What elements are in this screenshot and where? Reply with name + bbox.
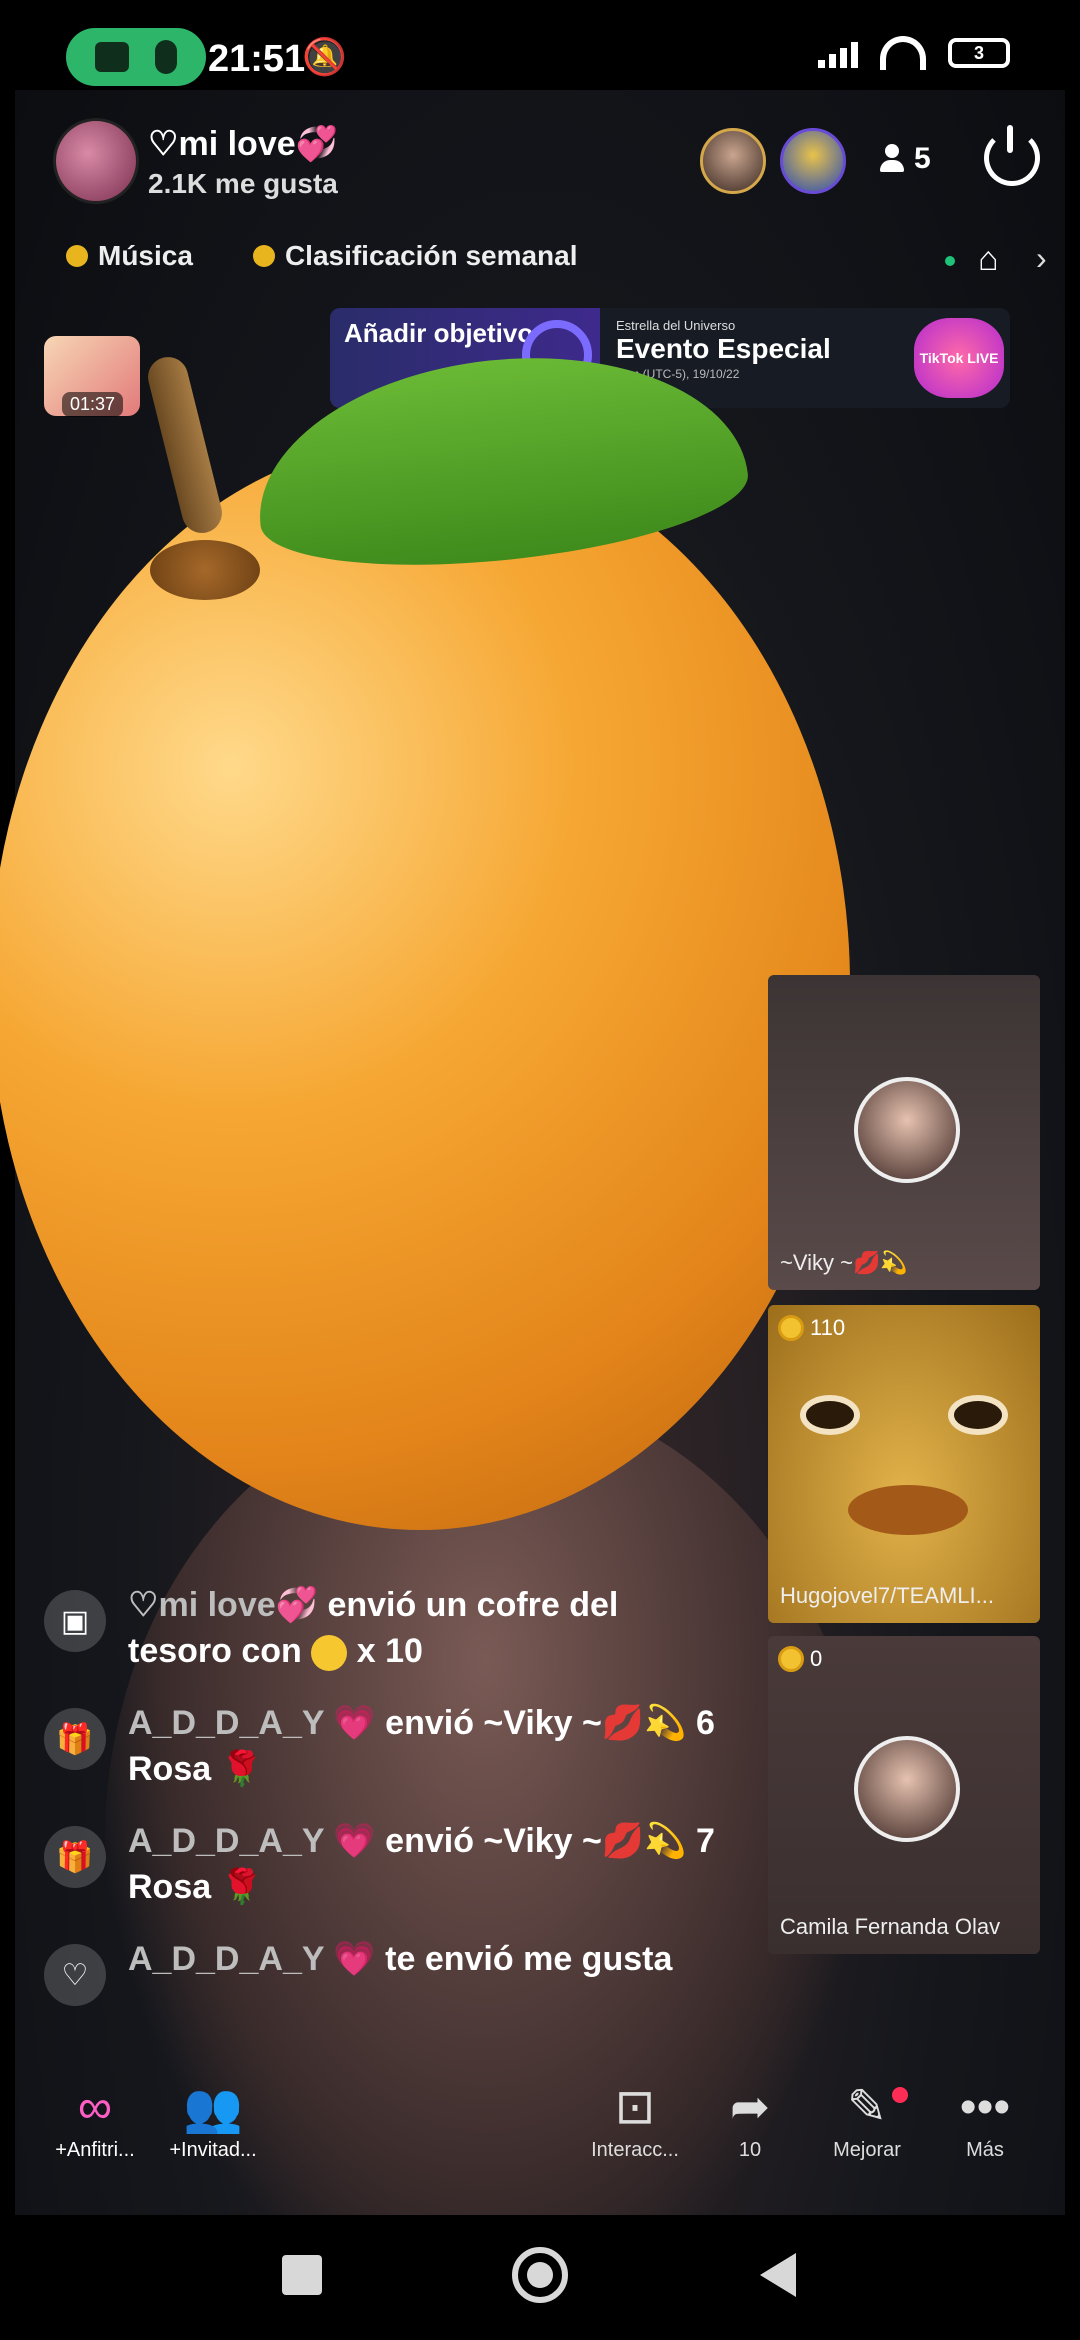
weekly-ranking-label: Clasificación semanal xyxy=(284,240,578,271)
host-likes: 2.1K me gusta xyxy=(148,168,338,199)
guest-video xyxy=(788,1365,1020,1545)
clock: 21:51 xyxy=(208,38,306,80)
guest-name: ~Viky ~💋💫 xyxy=(780,1250,908,1275)
interaction-button[interactable]: ⊡ Interacc... xyxy=(580,2075,690,2162)
tiktok-live-badge: TikTok LIVE xyxy=(914,318,1004,398)
top-viewer-avatar[interactable] xyxy=(700,128,766,194)
add-goal-label: Añadir objetivo xyxy=(344,318,534,348)
microphone-icon xyxy=(155,40,177,74)
chevron-right-icon[interactable]: › xyxy=(1036,240,1047,277)
comment-item: 🎁 A_D_D_A_Y 💗 envió ~Viky ~💋💫 7 Rosa 🌹 xyxy=(44,1818,724,1910)
coin-icon xyxy=(778,1646,804,1672)
status-bar: 21:51 🔕 3 xyxy=(0,0,1080,90)
share-count: 10 xyxy=(738,2139,762,2161)
comment-text: A_D_D_A_Y 💗 envió ~Viky ~💋💫 6 Rosa 🌹 xyxy=(128,1700,724,1792)
comment-feed[interactable]: ▣ ♡mi love💞 envió un cofre del tesoro co… xyxy=(44,1582,724,2032)
system-icons: 3 xyxy=(818,36,1010,70)
guests-icon: 👥 xyxy=(183,2081,243,2135)
power-icon[interactable] xyxy=(984,125,1040,186)
guest-score-value: 0 xyxy=(810,1646,823,1671)
interaction-icon: ⊡ xyxy=(614,2081,656,2134)
link-icon: ∞ xyxy=(77,2080,113,2134)
face-mouth xyxy=(848,1485,968,1535)
add-cohost-button[interactable]: ∞ +Anfitri... xyxy=(40,2075,150,2162)
enhance-label: Mejorar xyxy=(833,2139,901,2161)
comment-item: ♡ A_D_D_A_Y 💗 te envió me gusta xyxy=(44,1936,724,2006)
guest-tile[interactable]: ~Viky ~💋💫 xyxy=(768,975,1040,1290)
comment-text: ♡mi love💞 envió un cofre del tesoro con … xyxy=(128,1582,724,1674)
camera-icon xyxy=(95,42,129,72)
home-button[interactable] xyxy=(512,2247,568,2303)
tiktok-coin-icon xyxy=(311,1635,348,1672)
gift-icon: 🎁 xyxy=(44,1708,106,1770)
music-chip-label: Música xyxy=(98,240,193,271)
home-icon[interactable]: ⌂ xyxy=(978,240,999,279)
comment-item: ▣ ♡mi love💞 envió un cofre del tesoro co… xyxy=(44,1582,724,1674)
signal-icon xyxy=(818,38,858,68)
heart-icon: ♡ xyxy=(44,1944,106,2006)
chest-timer: 01:37 xyxy=(62,392,124,417)
add-guest-label: +Invitad... xyxy=(169,2139,257,2161)
viewer-count-value: 5 xyxy=(914,142,931,175)
face-eye xyxy=(948,1395,1008,1435)
bell-off-icon: 🔕 xyxy=(302,36,347,77)
coin-icon xyxy=(778,1315,804,1341)
guest-tile[interactable]: 110 Hugojovel7/TEAMLI... xyxy=(768,1305,1040,1623)
gift-icon: 🎁 xyxy=(44,1826,106,1888)
more-icon: ••• xyxy=(959,2080,1011,2134)
weekly-ranking-chip[interactable]: Clasificación semanal xyxy=(252,240,578,272)
music-icon xyxy=(66,245,88,267)
more-label: Más xyxy=(966,2139,1004,2161)
guest-avatar xyxy=(854,1736,960,1842)
add-guest-button[interactable]: 👥 +Invitad... xyxy=(158,2075,268,2162)
add-cohost-label: +Anfitri... xyxy=(55,2139,135,2161)
notification-dot xyxy=(892,2087,908,2103)
comment-user[interactable]: A_D_D_A_Y 💗 xyxy=(128,1940,376,1978)
comment-body: te envió me gusta xyxy=(385,1940,673,1978)
viewer-count[interactable]: 5 xyxy=(880,142,931,176)
comment-user[interactable]: A_D_D_A_Y 💗 xyxy=(128,1704,376,1742)
magic-wand-icon: ✎ xyxy=(846,2081,888,2134)
music-chip[interactable]: Música xyxy=(66,240,193,272)
orange-sticker xyxy=(0,440,850,1530)
share-button[interactable]: ➦ 10 xyxy=(700,2075,800,2162)
comment-item: 🎁 A_D_D_A_Y 💗 envió ~Viky ~💋💫 6 Rosa 🌹 xyxy=(44,1700,724,1792)
orange-calyx xyxy=(150,540,260,600)
face-eye xyxy=(800,1395,860,1435)
live-toolbar: ∞ +Anfitri... 👥 +Invitad... ⊡ Interacc..… xyxy=(0,2075,1080,2195)
guest-name: Hugojovel7/TEAMLI... xyxy=(780,1583,994,1608)
top-viewer-avatar[interactable] xyxy=(780,128,846,194)
host-avatar[interactable] xyxy=(53,118,139,204)
guest-score-value: 110 xyxy=(810,1315,846,1340)
back-button[interactable] xyxy=(760,2253,796,2297)
guest-tile[interactable]: 0 Camila Fernanda Olav xyxy=(768,1636,1040,1954)
more-button[interactable]: ••• Más xyxy=(930,2075,1040,2162)
wifi-icon xyxy=(880,36,926,70)
screen-record-indicator[interactable] xyxy=(66,28,206,86)
comment-text: A_D_D_A_Y 💗 envió ~Viky ~💋💫 7 Rosa 🌹 xyxy=(128,1818,724,1910)
chest-icon: ▣ xyxy=(44,1590,106,1652)
guest-score: 0 xyxy=(778,1646,822,1672)
ranking-icon xyxy=(252,245,275,267)
comment-suffix: x 10 xyxy=(356,1632,423,1670)
comment-user[interactable]: ♡mi love💞 xyxy=(128,1586,318,1624)
live-chips: Música Clasificación semanal xyxy=(66,240,578,272)
guest-avatar xyxy=(854,1077,960,1183)
comment-text: A_D_D_A_Y 💗 te envió me gusta xyxy=(128,1936,672,1982)
comment-user[interactable]: A_D_D_A_Y 💗 xyxy=(128,1822,376,1860)
host-name[interactable]: ♡mi love💞 xyxy=(148,124,338,164)
guest-score: 110 xyxy=(778,1315,845,1341)
share-icon: ➦ xyxy=(729,2081,771,2134)
navigation-bar xyxy=(0,2215,1080,2340)
enhance-button[interactable]: ✎ Mejorar xyxy=(812,2075,922,2162)
recent-apps-button[interactable] xyxy=(282,2255,322,2295)
battery-level: 3 xyxy=(973,42,984,63)
guest-name: Camila Fernanda Olav xyxy=(780,1914,1001,1939)
battery-icon: 3 xyxy=(948,38,1010,68)
person-icon xyxy=(880,144,904,174)
interaction-label: Interacc... xyxy=(591,2139,679,2161)
online-dot xyxy=(945,256,955,266)
